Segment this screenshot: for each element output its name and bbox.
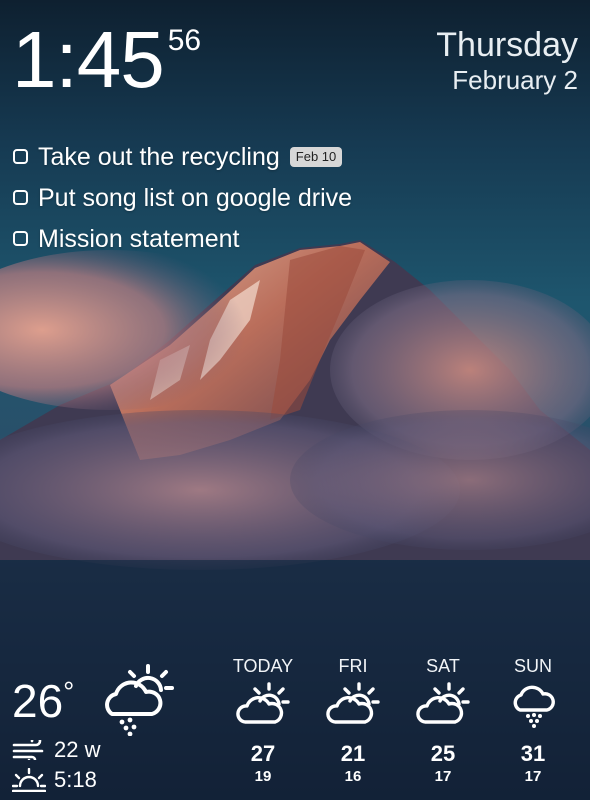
partly-cloudy-icon — [236, 682, 290, 724]
forecast-day: SAT 25 17 — [398, 656, 488, 786]
partly-cloudy-icon — [416, 682, 470, 724]
forecast-high: 27 — [250, 741, 276, 766]
forecast-day-label: SUN — [513, 656, 552, 676]
sunrise-icon — [12, 768, 46, 792]
forecast-low: 16 — [344, 768, 362, 785]
wind-value: 22 w — [54, 737, 101, 762]
forecast-day-label: SAT — [426, 656, 460, 676]
wind-icon — [12, 740, 44, 760]
forecast-day: TODAY 27 19 — [218, 656, 308, 786]
date-label: February 2 — [452, 65, 578, 95]
task-list: Take out the recycling Feb 10 Put song l… — [13, 136, 352, 259]
task-item[interactable]: Take out the recycling Feb 10 — [13, 136, 352, 177]
task-checkbox[interactable] — [13, 149, 28, 164]
task-item[interactable]: Put song list on google drive — [13, 177, 352, 218]
snow-cloud-icon — [513, 685, 555, 728]
task-label: Mission statement — [38, 224, 240, 253]
forecast-low: 17 — [524, 768, 542, 785]
partly-cloudy-icon — [326, 682, 380, 724]
current-temperature: 26° — [12, 675, 75, 727]
forecast-day-label: TODAY — [232, 656, 294, 676]
clock-time: 1:45 — [12, 15, 165, 104]
task-checkbox[interactable] — [13, 190, 28, 205]
forecast-day: SUN 31 17 — [488, 656, 578, 786]
forecast-day: FRI 21 16 — [308, 656, 398, 786]
sunrise-time: 5:18 — [54, 767, 97, 792]
task-due-badge: Feb 10 — [289, 146, 343, 167]
sunrise-stat: 5:18 — [12, 768, 97, 792]
task-item[interactable]: Mission statement — [13, 218, 352, 259]
forecast-strip: TODAY 27 19 FRI 21 16 SAT 25 17 SUN 31 1… — [218, 656, 590, 800]
partly-cloudy-snow-icon — [105, 664, 174, 736]
weekday-label: Thursday — [436, 26, 578, 64]
wind-stat: 22 w — [12, 738, 100, 762]
clock: 1:45 56 — [12, 20, 201, 100]
clock-seconds: 56 — [167, 24, 202, 57]
forecast-low: 19 — [254, 768, 272, 785]
forecast-day-label: FRI — [338, 656, 368, 676]
forecast-low: 17 — [434, 768, 452, 785]
task-checkbox[interactable] — [13, 231, 28, 246]
forecast-high: 31 — [520, 741, 546, 766]
temp-unit: ° — [63, 676, 75, 707]
task-label: Put song list on google drive — [38, 183, 353, 212]
current-weather: 26° 22 w 5:18 — [12, 664, 212, 800]
date-display: Thursday February 2 — [436, 26, 578, 96]
forecast-high: 25 — [430, 741, 456, 766]
forecast-high: 21 — [340, 741, 366, 766]
current-temp-value: 26 — [12, 675, 64, 727]
task-label: Take out the recycling — [38, 142, 280, 171]
